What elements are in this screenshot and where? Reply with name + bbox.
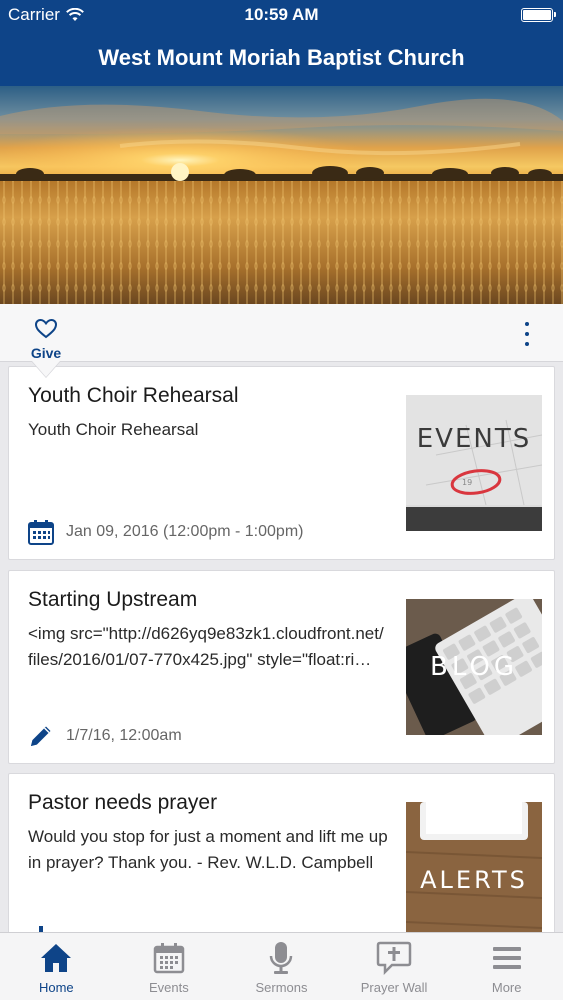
tab-label: Prayer Wall bbox=[360, 980, 428, 995]
wheat-field-sunset-image bbox=[0, 86, 563, 304]
events-thumbnail: EVENTS 19 bbox=[406, 395, 542, 531]
give-button[interactable]: Give bbox=[26, 318, 66, 361]
prayer-card[interactable]: Pastor needs prayer Would you stop for j… bbox=[8, 773, 555, 953]
tab-bar: Home Events Sermons Prayer Wall More bbox=[0, 932, 563, 1000]
hero-banner-image bbox=[0, 86, 563, 304]
more-options-icon[interactable] bbox=[517, 322, 537, 346]
card-title: Starting Upstream bbox=[28, 588, 198, 611]
thumb-blog-text: BLOG bbox=[430, 652, 518, 682]
svg-text:19: 19 bbox=[462, 478, 472, 487]
blog-card[interactable]: Starting Upstream <img src="http://d626y… bbox=[8, 570, 555, 764]
battery-icon bbox=[521, 8, 556, 22]
microphone-icon bbox=[270, 942, 293, 974]
blog-thumbnail-art: BLOG bbox=[406, 599, 542, 735]
tab-home[interactable]: Home bbox=[0, 933, 113, 1000]
card-meta: 1/7/16, 12:00am bbox=[28, 723, 182, 749]
tab-prayer-wall[interactable]: Prayer Wall bbox=[338, 933, 451, 1000]
nav-bar: West Mount Moriah Baptist Church bbox=[0, 30, 563, 86]
pencil-icon bbox=[31, 726, 51, 746]
status-bar: Carrier 10:59 AM bbox=[0, 0, 563, 30]
pointer-notch bbox=[32, 361, 60, 377]
tab-label: More bbox=[491, 980, 522, 995]
tab-label: Home bbox=[38, 980, 74, 995]
tab-label: Sermons bbox=[255, 980, 308, 995]
card-title: Pastor needs prayer bbox=[28, 791, 218, 814]
prayer-bubble-icon bbox=[376, 941, 412, 975]
card-description: <img src="http://d626yq9e83zk1.cloudfron… bbox=[28, 624, 384, 669]
alerts-thumbnail-art: ALERTS bbox=[406, 802, 542, 938]
menu-icon bbox=[492, 947, 521, 969]
status-time: 10:59 AM bbox=[244, 5, 319, 24]
events-thumbnail-art: EVENTS 19 bbox=[406, 395, 542, 531]
event-card[interactable]: Youth Choir Rehearsal Youth Choir Rehear… bbox=[8, 366, 555, 560]
heart-icon bbox=[34, 318, 58, 339]
thumb-alerts-text: ALERTS bbox=[420, 866, 528, 894]
alerts-thumbnail: ALERTS bbox=[406, 802, 542, 938]
card-meta: Jan 09, 2016 (12:00pm - 1:00pm) bbox=[28, 519, 303, 545]
blog-thumbnail: BLOG bbox=[406, 599, 542, 735]
give-label: Give bbox=[30, 345, 62, 361]
page-title: West Mount Moriah Baptist Church bbox=[98, 45, 465, 70]
thumb-events-text: EVENTS bbox=[417, 424, 531, 454]
battery-level bbox=[523, 10, 551, 20]
card-title: Youth Choir Rehearsal bbox=[28, 384, 239, 407]
tab-events[interactable]: Events bbox=[113, 933, 226, 1000]
card-description: Youth Choir Rehearsal bbox=[28, 420, 199, 439]
blog-date: 1/7/16, 12:00am bbox=[66, 727, 182, 744]
card-description: Would you stop for just a moment and lif… bbox=[28, 827, 388, 872]
home-icon bbox=[41, 944, 72, 972]
event-date: Jan 09, 2016 (12:00pm - 1:00pm) bbox=[66, 523, 304, 540]
tab-sermons[interactable]: Sermons bbox=[225, 933, 338, 1000]
tab-label: Events bbox=[149, 980, 189, 995]
calendar-icon bbox=[153, 943, 185, 974]
tab-more[interactable]: More bbox=[450, 933, 563, 1000]
action-bar: Give bbox=[0, 304, 563, 362]
calendar-icon bbox=[28, 520, 54, 545]
